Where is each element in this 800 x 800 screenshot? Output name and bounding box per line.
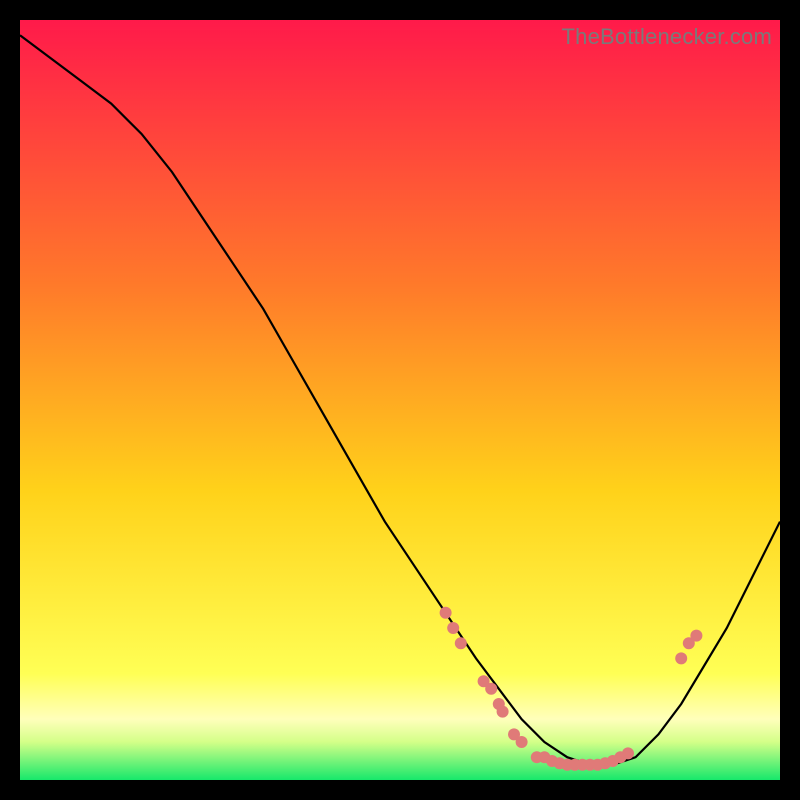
data-marker (447, 622, 459, 634)
data-marker (497, 706, 509, 718)
data-marker (622, 747, 634, 759)
data-marker (440, 607, 452, 619)
data-marker (516, 736, 528, 748)
data-marker (675, 652, 687, 664)
chart-frame: TheBottlenecker.com (20, 20, 780, 780)
data-marker (690, 630, 702, 642)
chart-svg (20, 20, 780, 780)
data-marker (455, 637, 467, 649)
watermark-text: TheBottlenecker.com (562, 24, 772, 50)
gradient-background (20, 20, 780, 780)
data-marker (485, 683, 497, 695)
